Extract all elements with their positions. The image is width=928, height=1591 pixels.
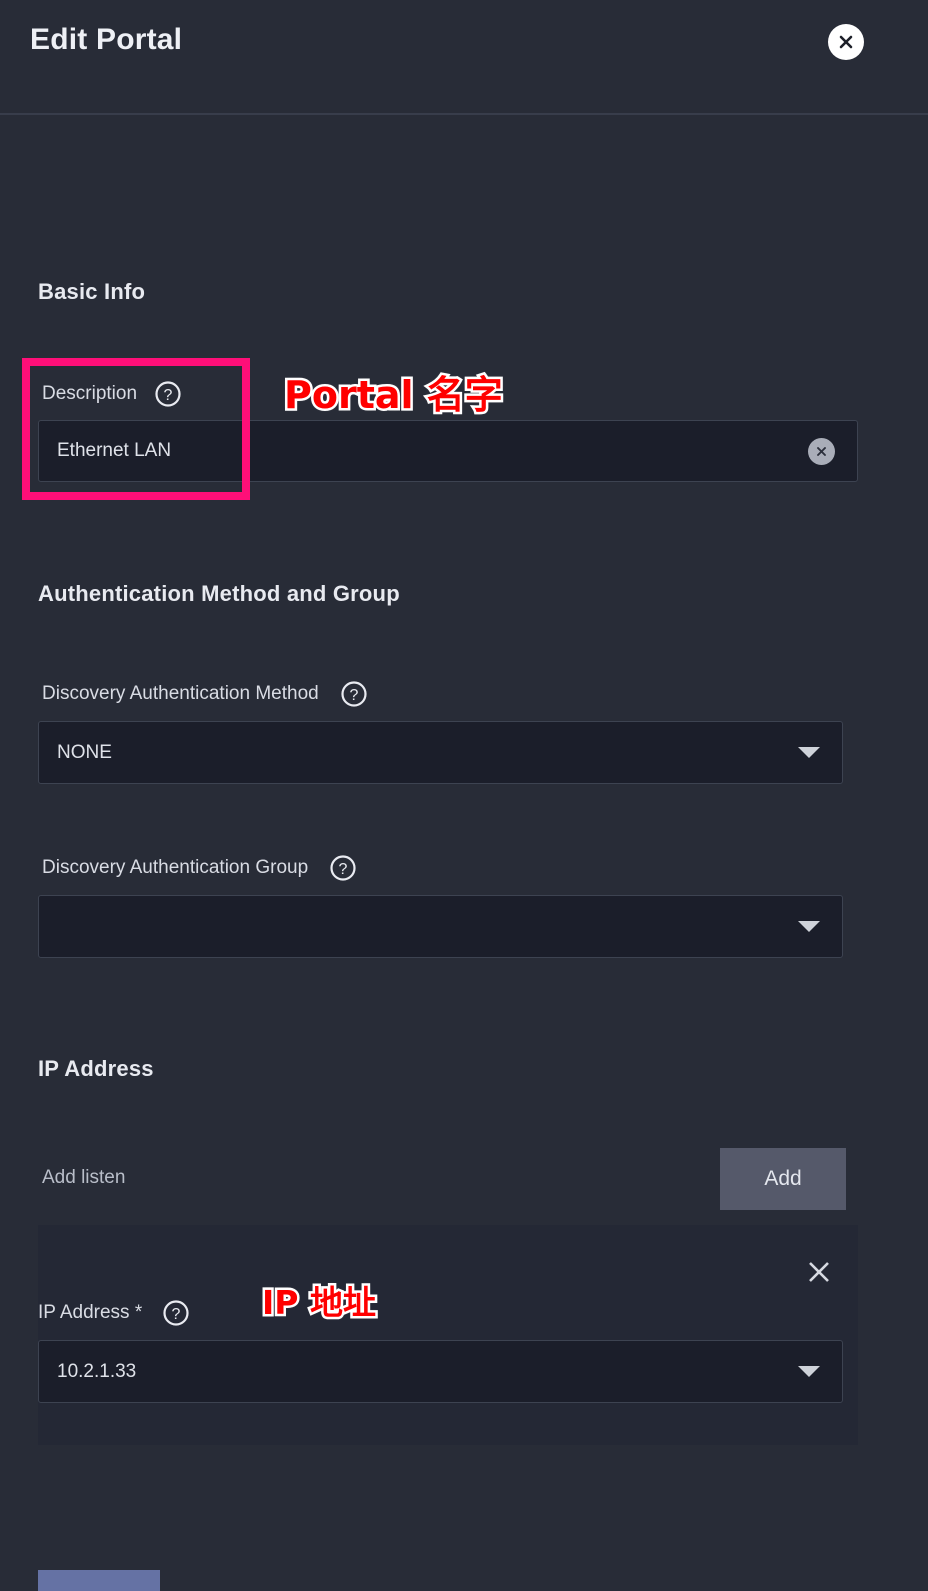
clear-circle-icon[interactable]	[808, 437, 835, 465]
add-listen-label: Add listen	[42, 1167, 126, 1188]
edit-portal-dialog: Edit Portal Basic Info Description ? Eth…	[0, 0, 928, 1591]
close-x-glyph	[839, 35, 853, 49]
svg-text:?: ?	[350, 687, 359, 704]
description-input[interactable]: Ethernet LAN	[38, 420, 858, 482]
help-circle-icon[interactable]: ?	[329, 854, 357, 882]
save-button[interactable]: Save	[38, 1570, 160, 1591]
ip-address-value: 10.2.1.33	[57, 1360, 137, 1382]
dialog-header: Edit Portal	[0, 0, 928, 115]
close-icon[interactable]	[828, 24, 864, 60]
svg-text:?: ?	[339, 861, 348, 878]
close-x-icon	[809, 1262, 829, 1282]
section-title-basic-info: Basic Info	[38, 279, 146, 304]
remove-ip-entry-button[interactable]	[804, 1257, 834, 1287]
help-circle-icon[interactable]: ?	[154, 380, 182, 408]
help-circle-glyph: ?	[155, 381, 181, 407]
help-circle-icon[interactable]: ?	[162, 1299, 190, 1327]
discovery-auth-group-label: Discovery Authentication Group ?	[42, 854, 357, 882]
help-circle-icon[interactable]: ?	[340, 680, 368, 708]
ip-address-label: IP Address * ?	[38, 1299, 190, 1327]
svg-text:?: ?	[164, 387, 173, 404]
description-label: Description ?	[42, 380, 182, 408]
chevron-down-icon[interactable]	[798, 1366, 820, 1377]
help-circle-glyph: ?	[162, 1300, 189, 1326]
chevron-down-icon[interactable]	[798, 921, 820, 932]
discovery-auth-method-select[interactable]: NONE	[38, 721, 843, 784]
page-title: Edit Portal	[30, 23, 183, 56]
discovery-auth-group-label-text: Discovery Authentication Group	[42, 857, 309, 879]
help-circle-glyph: ?	[330, 855, 357, 881]
ip-address-select[interactable]: 10.2.1.33	[38, 1340, 843, 1403]
ip-address-label-text: IP Address *	[38, 1302, 143, 1324]
discovery-auth-group-select[interactable]	[38, 895, 843, 958]
ip-address-entry-panel	[38, 1225, 858, 1445]
description-input-value: Ethernet LAN	[57, 440, 172, 461]
add-button[interactable]: Add	[720, 1148, 846, 1210]
discovery-auth-method-label: Discovery Authentication Method ?	[42, 680, 368, 708]
discovery-auth-method-value: NONE	[57, 741, 112, 763]
section-title-ip-address: IP Address	[38, 1056, 154, 1081]
chevron-down-icon[interactable]	[798, 747, 820, 758]
discovery-auth-method-label-text: Discovery Authentication Method	[42, 683, 319, 705]
help-circle-glyph: ?	[341, 681, 367, 707]
svg-text:?: ?	[171, 1306, 180, 1323]
description-label-text: Description	[42, 383, 138, 405]
section-title-authentication: Authentication Method and Group	[38, 581, 400, 606]
clear-x-glyph	[817, 446, 826, 456]
annotation-label-portal-name: Portal 名字	[282, 371, 506, 420]
